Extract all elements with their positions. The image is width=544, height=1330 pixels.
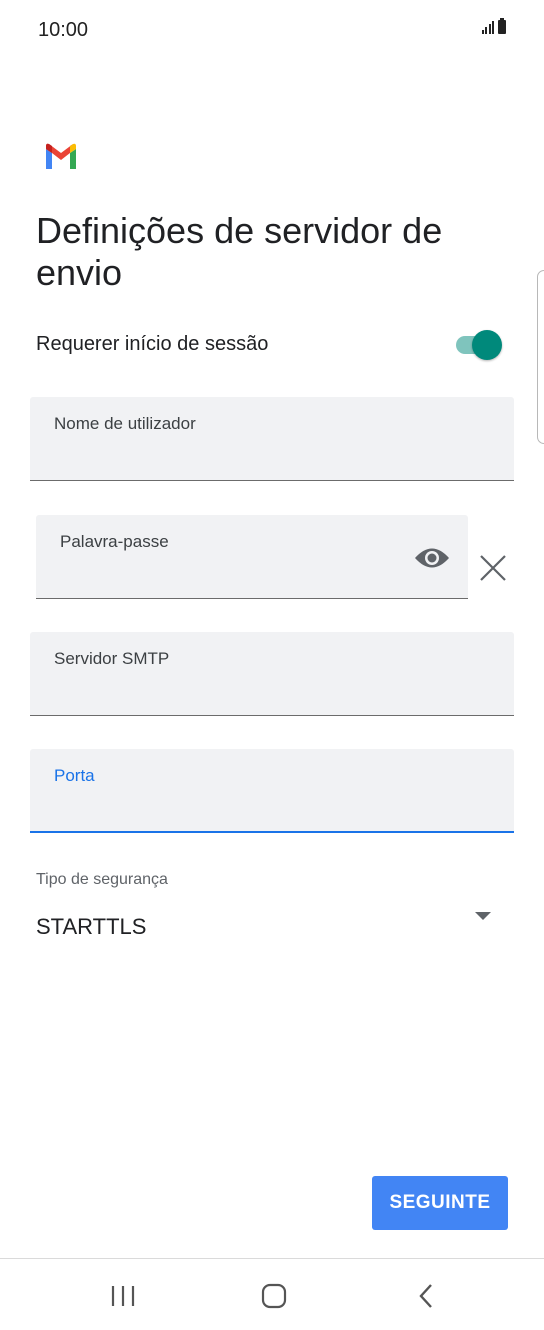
recent-apps-icon[interactable] bbox=[110, 1285, 136, 1307]
toggle-thumb bbox=[472, 330, 502, 360]
next-button[interactable]: SEGUINTE bbox=[372, 1176, 508, 1230]
smtp-server-field[interactable]: Servidor SMTP bbox=[30, 632, 514, 716]
screen: 10:00 Definições de servidor de envio Re… bbox=[0, 0, 544, 1330]
close-icon[interactable] bbox=[478, 553, 508, 583]
require-signin-label: Requerer início de sessão bbox=[36, 333, 269, 355]
page-title: Definições de servidor de envio bbox=[36, 210, 443, 293]
username-label: Nome de utilizador bbox=[54, 414, 196, 433]
status-time: 10:00 bbox=[38, 19, 89, 41]
port-field[interactable]: Porta bbox=[30, 749, 514, 833]
security-type-label: Tipo de segurança bbox=[36, 871, 168, 888]
battery-icon bbox=[498, 18, 506, 34]
back-icon[interactable] bbox=[416, 1283, 436, 1309]
status-icons bbox=[481, 18, 506, 34]
dropdown-arrow-icon[interactable] bbox=[475, 912, 491, 920]
edge-panel-handle[interactable] bbox=[537, 270, 544, 444]
require-signin-toggle[interactable] bbox=[456, 330, 502, 360]
home-icon[interactable] bbox=[261, 1283, 287, 1309]
port-label: Porta bbox=[54, 766, 95, 785]
password-label: Palavra-passe bbox=[60, 532, 169, 551]
eye-icon[interactable] bbox=[414, 545, 450, 571]
gmail-logo bbox=[46, 143, 76, 169]
signal-icon bbox=[481, 20, 494, 34]
nav-divider bbox=[0, 1258, 544, 1259]
username-field[interactable]: Nome de utilizador bbox=[30, 397, 514, 481]
security-type-value[interactable]: STARTTLS bbox=[36, 914, 146, 940]
smtp-server-label: Servidor SMTP bbox=[54, 649, 170, 668]
password-field[interactable]: Palavra-passe bbox=[36, 515, 468, 599]
